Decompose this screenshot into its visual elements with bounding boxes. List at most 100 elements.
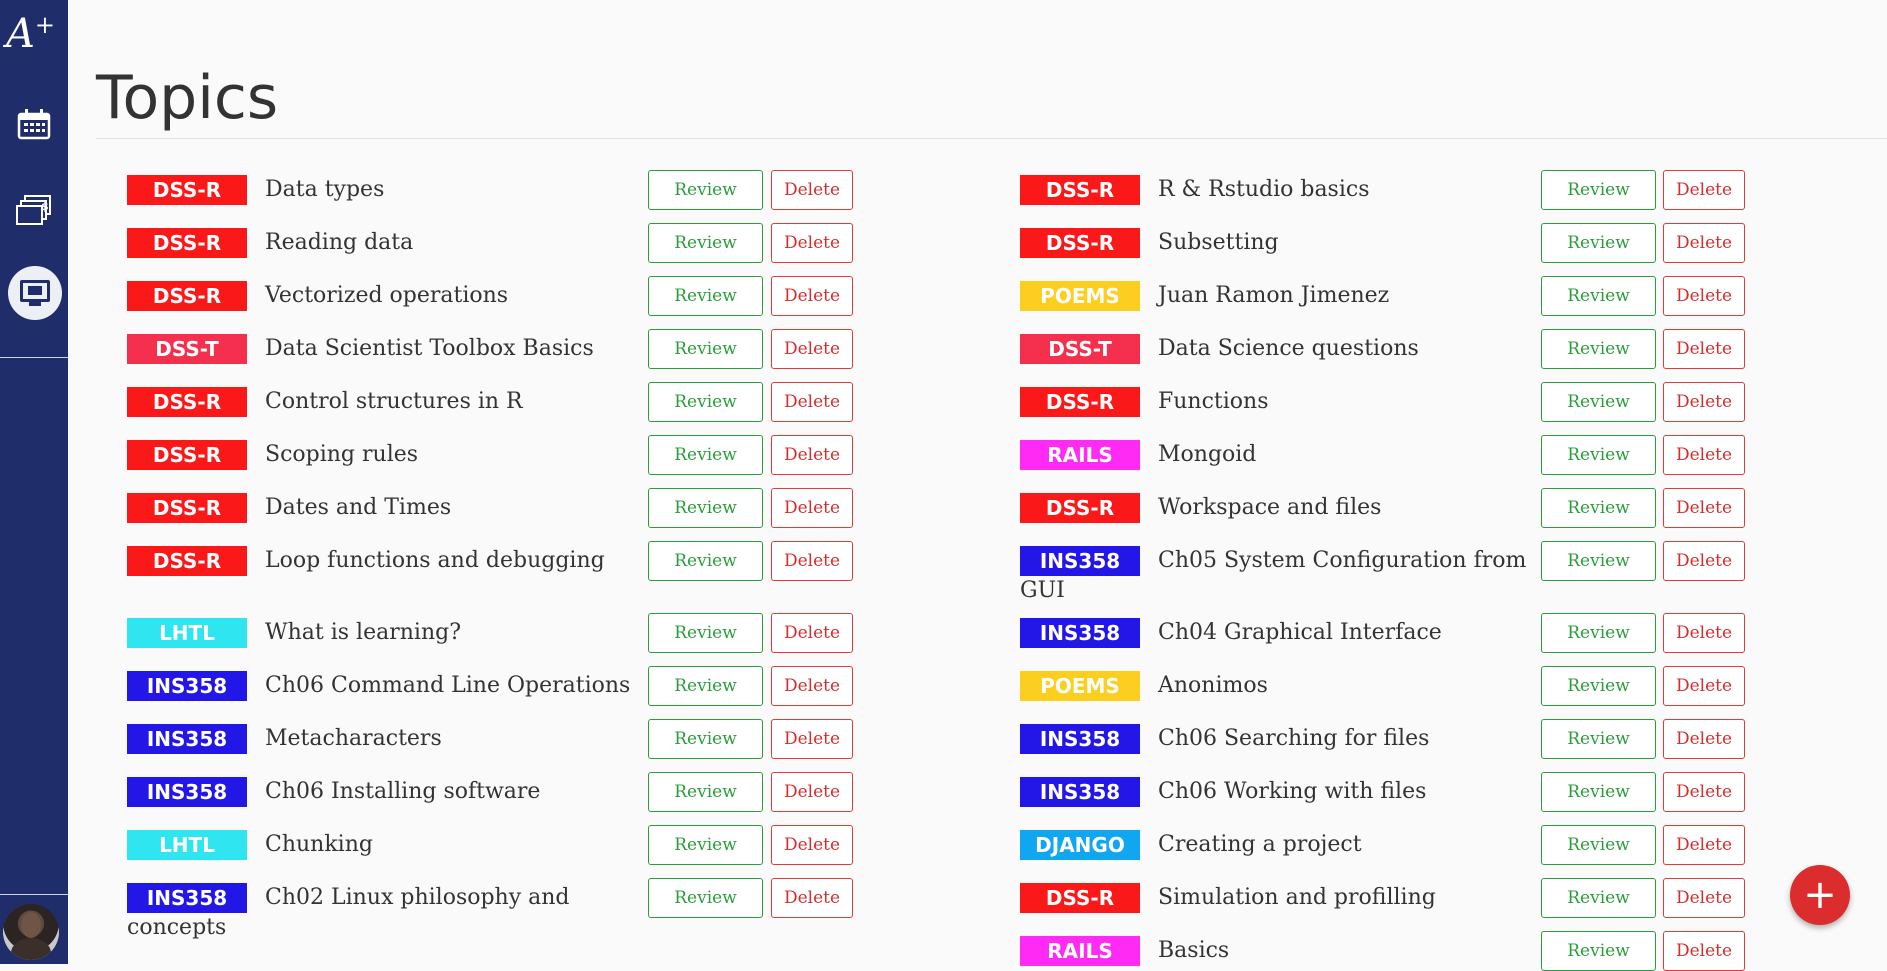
review-button[interactable]: Review xyxy=(648,223,763,263)
review-button[interactable]: Review xyxy=(648,772,763,812)
review-button[interactable]: Review xyxy=(1541,329,1656,369)
user-avatar[interactable] xyxy=(3,904,59,960)
topic-name: Juan Ramon Jimenez xyxy=(1158,283,1390,308)
review-button[interactable]: Review xyxy=(648,666,763,706)
delete-button[interactable]: Delete xyxy=(1663,541,1745,581)
nav-topics[interactable] xyxy=(8,266,62,320)
delete-button[interactable]: Delete xyxy=(771,488,853,528)
topic-name: Functions xyxy=(1158,389,1269,414)
review-button[interactable]: Review xyxy=(1541,223,1656,263)
nav-calendar[interactable] xyxy=(0,96,68,152)
review-button[interactable]: Review xyxy=(1541,435,1656,475)
delete-button[interactable]: Delete xyxy=(771,435,853,475)
review-button[interactable]: Review xyxy=(648,719,763,759)
delete-button[interactable]: Delete xyxy=(1663,170,1745,210)
delete-button[interactable]: Delete xyxy=(771,276,853,316)
topic-name: Simulation and profilling xyxy=(1158,885,1436,910)
review-button[interactable]: Review xyxy=(1541,276,1656,316)
delete-button[interactable]: Delete xyxy=(1663,772,1745,812)
topic-name: Reading data xyxy=(265,230,414,255)
delete-button[interactable]: Delete xyxy=(1663,878,1745,918)
avatar-body xyxy=(11,938,51,960)
delete-button[interactable]: Delete xyxy=(771,719,853,759)
review-button[interactable]: Review xyxy=(648,541,763,581)
review-button[interactable]: Review xyxy=(1541,170,1656,210)
review-button[interactable]: Review xyxy=(1541,825,1656,865)
topic-name: Data Scientist Toolbox Basics xyxy=(265,336,594,361)
topic-name: Ch06 Installing software xyxy=(265,779,541,804)
delete-button[interactable]: Delete xyxy=(1663,666,1745,706)
topic-name: Data types xyxy=(265,177,385,202)
review-button[interactable]: Review xyxy=(1541,878,1656,918)
topic-name: Data Science questions xyxy=(1158,336,1419,361)
topic-name: Loop functions and debugging xyxy=(265,548,605,573)
topic-name: Ch06 Working with files xyxy=(1158,779,1427,804)
topic-name: Subsetting xyxy=(1158,230,1279,255)
sidebar-divider xyxy=(0,357,68,358)
delete-button[interactable]: Delete xyxy=(771,825,853,865)
topic-name: Chunking xyxy=(265,832,373,857)
review-button[interactable]: Review xyxy=(648,170,763,210)
delete-button[interactable]: Delete xyxy=(771,329,853,369)
delete-button[interactable]: Delete xyxy=(1663,276,1745,316)
topic-name: Vectorized operations xyxy=(265,283,509,308)
review-button[interactable]: Review xyxy=(1541,488,1656,528)
nav-cards[interactable]: $ xyxy=(0,182,68,238)
topic-name: Control structures in R xyxy=(265,389,523,414)
review-button[interactable]: Review xyxy=(648,329,763,369)
review-button[interactable]: Review xyxy=(648,276,763,316)
topics-icon xyxy=(20,280,50,306)
topic-name: Metacharacters xyxy=(265,726,442,751)
review-button[interactable]: Review xyxy=(1541,382,1656,422)
delete-button[interactable]: Delete xyxy=(771,223,853,263)
delete-button[interactable]: Delete xyxy=(1663,223,1745,263)
topic-name: Scoping rules xyxy=(265,442,419,467)
delete-button[interactable]: Delete xyxy=(1663,825,1745,865)
delete-button[interactable]: Delete xyxy=(771,613,853,653)
calendar-icon xyxy=(17,109,51,140)
avatar-face xyxy=(21,912,41,938)
delete-button[interactable]: Delete xyxy=(1663,719,1745,759)
add-topic-button[interactable]: + xyxy=(1790,865,1850,925)
delete-button[interactable]: Delete xyxy=(771,170,853,210)
review-button[interactable]: Review xyxy=(648,878,763,918)
delete-button[interactable]: Delete xyxy=(771,878,853,918)
page-title: Topics xyxy=(96,63,279,133)
delete-button[interactable]: Delete xyxy=(1663,488,1745,528)
topic-name: Basics xyxy=(1158,938,1230,963)
delete-button[interactable]: Delete xyxy=(1663,329,1745,369)
topic-name: Workspace and files xyxy=(1158,495,1382,520)
delete-button[interactable]: Delete xyxy=(771,666,853,706)
app-logo[interactable]: A+ xyxy=(6,2,66,57)
title-divider xyxy=(96,138,1887,139)
delete-button[interactable]: Delete xyxy=(771,382,853,422)
delete-button[interactable]: Delete xyxy=(1663,931,1745,971)
delete-button[interactable]: Delete xyxy=(1663,382,1745,422)
topic-name: Mongoid xyxy=(1158,442,1257,467)
delete-button[interactable]: Delete xyxy=(771,772,853,812)
review-button[interactable]: Review xyxy=(1541,541,1656,581)
topic-name: What is learning? xyxy=(265,620,461,645)
review-button[interactable]: Review xyxy=(648,613,763,653)
review-button[interactable]: Review xyxy=(648,488,763,528)
delete-button[interactable]: Delete xyxy=(1663,613,1745,653)
review-button[interactable]: Review xyxy=(648,825,763,865)
review-button[interactable]: Review xyxy=(648,435,763,475)
delete-button[interactable]: Delete xyxy=(771,541,853,581)
review-button[interactable]: Review xyxy=(1541,772,1656,812)
logo-letter: A xyxy=(6,11,35,57)
sidebar-divider-bottom xyxy=(0,894,68,895)
cards-icon: $ xyxy=(16,195,51,225)
review-button[interactable]: Review xyxy=(1541,719,1656,759)
review-button[interactable]: Review xyxy=(1541,931,1656,971)
review-button[interactable]: Review xyxy=(1541,666,1656,706)
sidebar: A+ $ xyxy=(0,0,68,964)
logo-plus: + xyxy=(34,11,55,39)
topic-name: R & Rstudio basics xyxy=(1158,177,1370,202)
review-button[interactable]: Review xyxy=(648,382,763,422)
topic-name: Ch05 System Configuration from GUI xyxy=(1020,548,1527,603)
topic-name: Ch06 Searching for files xyxy=(1158,726,1430,751)
review-button[interactable]: Review xyxy=(1541,613,1656,653)
delete-button[interactable]: Delete xyxy=(1663,435,1745,475)
topic-name: Anonimos xyxy=(1158,673,1268,698)
